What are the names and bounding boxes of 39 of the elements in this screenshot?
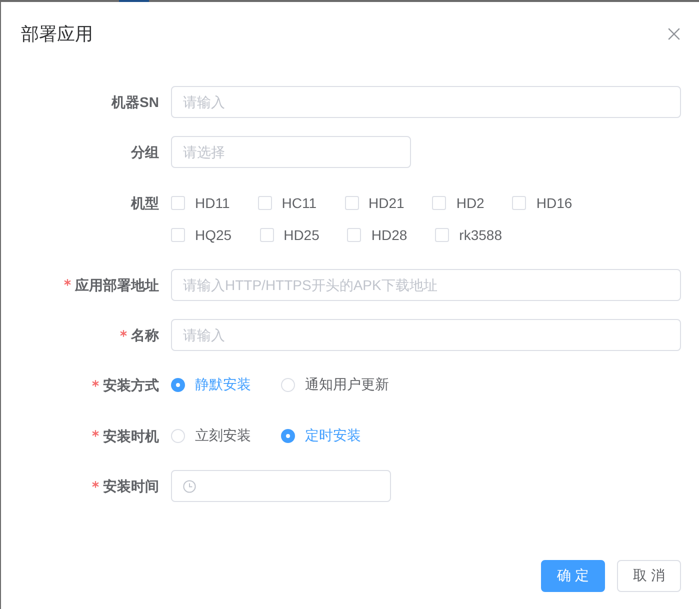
checkbox[interactable] [260,228,274,242]
checkbox-option[interactable]: HD16 [512,186,572,219]
input-field[interactable]: 请输入 [171,86,681,118]
field-label: 安装时机 [103,426,159,446]
field-label: 安装方式 [103,376,159,396]
checkbox[interactable] [258,196,272,210]
checkbox-option[interactable]: HD11 [171,186,230,219]
checkbox[interactable] [171,196,185,210]
cancel-button[interactable]: 取 消 [617,560,681,592]
checkbox-option[interactable]: HD21 [344,186,404,219]
checkbox[interactable] [344,196,359,210]
radio-option[interactable]: 立刻安装 [171,420,251,452]
radio-option[interactable]: 通知用户更新 [281,369,389,402]
checkbox-option[interactable]: HC11 [258,186,317,219]
field-label: 分组 [131,143,159,162]
checkbox-option[interactable]: rk3588 [435,218,502,251]
checkbox[interactable] [432,196,446,210]
checkbox[interactable] [435,228,450,242]
select-field[interactable]: 请选择 [171,136,411,168]
field-label: 应用部署地址 [75,276,159,295]
field-label: 安装时间 [103,477,159,496]
input-field[interactable]: 请输入 [171,319,681,352]
radio-indicator[interactable] [281,428,295,443]
radio-indicator[interactable] [171,378,185,392]
field-label: 名称 [131,326,159,346]
checkbox-option[interactable]: HD2 [432,186,484,219]
checkbox-option[interactable]: HD28 [347,218,408,251]
time-field[interactable] [171,470,391,502]
checkbox[interactable] [512,196,526,210]
checkbox[interactable] [171,228,185,242]
checkbox[interactable] [347,228,362,242]
close-icon[interactable] [668,28,680,40]
checkbox-option[interactable]: HQ25 [171,218,232,251]
field-label: 机型 [131,194,159,213]
dialog-title: 部署应用 [21,23,93,46]
field-label: 机器SN [112,93,159,112]
checkbox-option[interactable]: HD25 [260,218,320,251]
clock-icon [183,480,196,493]
input-field[interactable]: 请输入HTTP/HTTPS开头的APK下载地址 [171,268,681,301]
